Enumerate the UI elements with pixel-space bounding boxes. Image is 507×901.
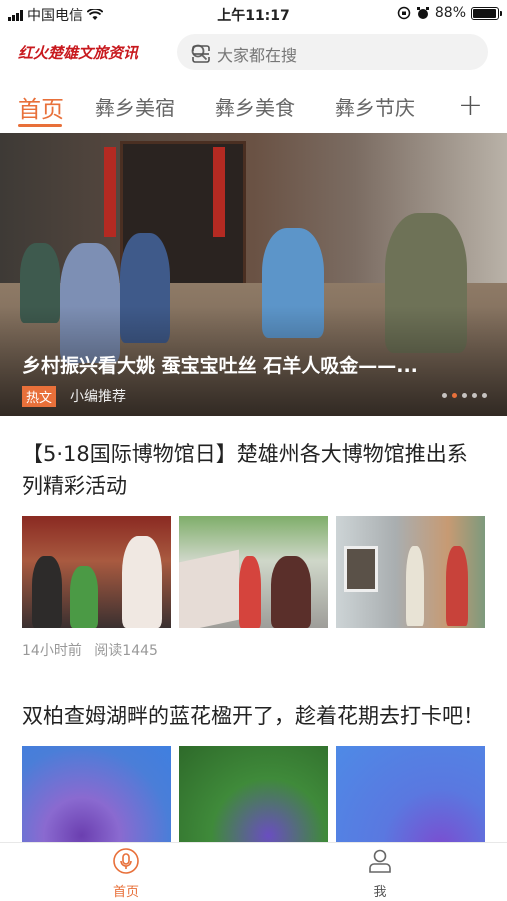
carousel-dot bbox=[472, 393, 477, 398]
battery-percent: 88% bbox=[434, 5, 466, 21]
orientation-lock-icon bbox=[397, 6, 411, 20]
add-tab-button[interactable]: + bbox=[458, 88, 483, 123]
nav-me[interactable]: 我 bbox=[350, 847, 410, 900]
article-thumbnails bbox=[22, 516, 486, 628]
article-card[interactable]: 【5·18国际博物馆日】楚雄州各大博物馆推出系列精彩活动 14小时前 阅读144… bbox=[22, 438, 486, 660]
search-bar[interactable]: 大家都在搜 bbox=[177, 34, 488, 70]
alarm-icon bbox=[416, 7, 429, 19]
microphone-icon bbox=[113, 848, 139, 874]
article-card[interactable]: 双柏查姆湖畔的蓝花楹开了，趁着花期去打卡吧！ bbox=[22, 700, 486, 858]
article-title: 【5·18国际博物馆日】楚雄州各大博物馆推出系列精彩活动 bbox=[22, 442, 468, 498]
tab-lodging[interactable]: 彝乡美宿 bbox=[95, 92, 175, 121]
tab-festival[interactable]: 彝乡节庆 bbox=[335, 92, 415, 121]
article-title: 双柏查姆湖畔的蓝花楹开了，趁着花期去打卡吧！ bbox=[22, 704, 484, 728]
carousel-dot bbox=[462, 393, 467, 398]
tab-food[interactable]: 彝乡美食 bbox=[215, 92, 295, 121]
nav-home[interactable]: 首页 bbox=[96, 847, 156, 900]
scan-icon[interactable] bbox=[191, 44, 211, 64]
banner-photo-couplet-right bbox=[213, 147, 225, 237]
hot-badge: 热文 bbox=[22, 386, 57, 407]
app-logo: 红火楚雄文旅资讯 bbox=[18, 44, 139, 62]
tab-home[interactable]: 首页 bbox=[18, 90, 64, 124]
article-thumbnail bbox=[22, 516, 171, 628]
search-placeholder: 大家都在搜 bbox=[217, 46, 298, 65]
person-icon bbox=[369, 849, 391, 873]
article-thumbnail bbox=[179, 516, 328, 628]
tab-underline bbox=[18, 124, 62, 127]
hero-banner[interactable]: 乡村振兴看大姚 蚕宝宝吐丝 石羊人吸金——... 热文 小编推荐 bbox=[0, 133, 507, 416]
carousel-dot bbox=[442, 393, 447, 398]
bottom-nav: 首页 我 bbox=[0, 842, 507, 901]
carousel-dot-active bbox=[452, 393, 457, 398]
battery-icon bbox=[471, 6, 502, 20]
banner-source: 小编推荐 bbox=[70, 389, 126, 405]
nav-me-label: 我 bbox=[373, 885, 387, 900]
category-tabs: 首页 彝乡美宿 彝乡美食 彝乡节庆 + bbox=[0, 82, 507, 128]
banner-photo-couplet-left bbox=[104, 147, 116, 237]
nav-home-label: 首页 bbox=[112, 885, 139, 900]
article-time: 14小时前 bbox=[22, 643, 82, 659]
status-bar: 中国电信 上午11:17 88% bbox=[0, 0, 507, 28]
carousel-dot bbox=[482, 393, 487, 398]
carousel-dots bbox=[442, 393, 487, 398]
article-reads: 阅读1445 bbox=[94, 643, 158, 659]
article-meta: 14小时前 阅读1445 bbox=[22, 640, 486, 660]
banner-title: 乡村振兴看大姚 蚕宝宝吐丝 石羊人吸金——... bbox=[22, 355, 418, 377]
article-thumbnail bbox=[336, 516, 485, 628]
top-bar: 红火楚雄文旅资讯 大家都在搜 bbox=[0, 30, 507, 74]
